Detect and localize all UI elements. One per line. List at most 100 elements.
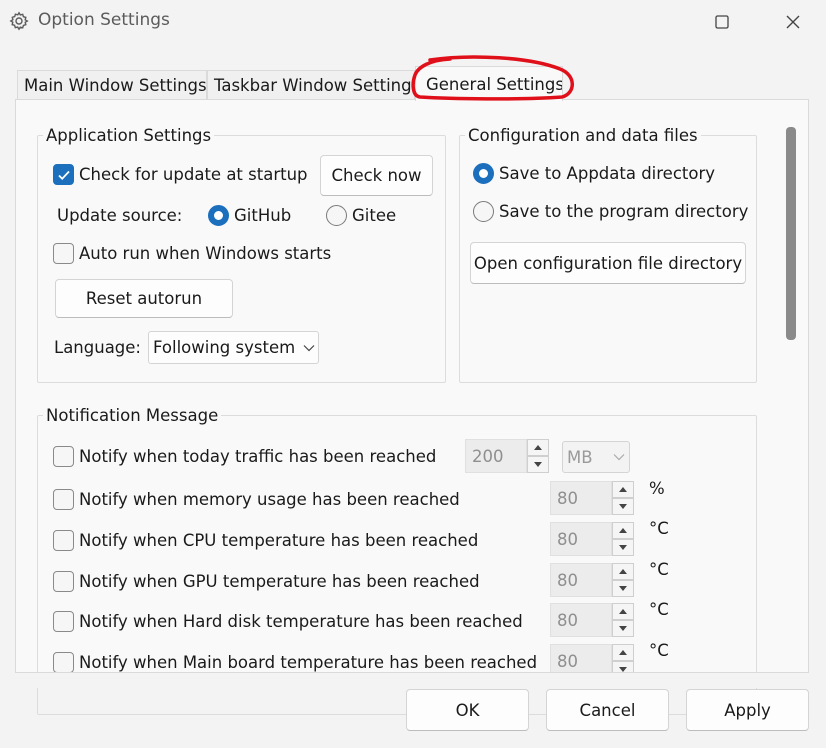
tab-main-window-settings[interactable]: Main Window Settings — [17, 70, 207, 100]
language-select[interactable]: Following system — [148, 331, 319, 364]
memory-value: 80 — [557, 488, 578, 508]
memory-unit: % — [649, 479, 665, 498]
panel-bottom-border — [15, 672, 809, 673]
cpu-value: 80 — [557, 529, 578, 549]
ok-button[interactable]: OK — [406, 689, 529, 731]
spin-up-button[interactable] — [612, 563, 634, 580]
chevron-down-icon — [303, 344, 315, 351]
check-update-label: Check for update at startup — [79, 165, 308, 184]
tab-general-settings[interactable]: General Settings — [415, 66, 563, 101]
notify-traffic-label: Notify when today traffic has been reach… — [79, 447, 437, 466]
save-appdata-label: Save to Appdata directory — [499, 164, 716, 183]
window-title: Option Settings — [38, 10, 170, 30]
tab-label: Taskbar Window Settings — [214, 76, 415, 95]
hdd-value: 80 — [557, 610, 578, 630]
autorun-label: Auto run when Windows starts — [79, 244, 332, 263]
check-update-checkbox[interactable] — [53, 164, 74, 185]
save-program-label: Save to the program directory — [499, 202, 749, 221]
close-button[interactable] — [779, 8, 807, 36]
triangle-up-icon — [619, 650, 627, 655]
update-source-label: Update source: — [57, 206, 183, 225]
spin-down-button[interactable] — [612, 498, 634, 515]
gitee-radio[interactable] — [326, 205, 347, 226]
open-config-directory-button[interactable]: Open configuration file directory — [470, 242, 746, 284]
close-icon — [786, 15, 800, 29]
configuration-files-title: Configuration and data files — [465, 126, 701, 145]
spin-down-button[interactable] — [527, 456, 549, 473]
gitee-label: Gitee — [352, 206, 397, 225]
tab-label: Main Window Settings — [24, 76, 207, 95]
check-now-button[interactable]: Check now — [320, 155, 433, 196]
spin-up-button[interactable] — [612, 481, 634, 498]
apply-button[interactable]: Apply — [686, 689, 809, 731]
spin-down-button[interactable] — [612, 539, 634, 556]
cpu-stepper[interactable] — [612, 522, 634, 556]
maximize-icon — [715, 15, 729, 29]
mainboard-value-input[interactable]: 80 — [550, 644, 612, 672]
spin-up-button[interactable] — [527, 439, 549, 456]
tab-taskbar-window-settings[interactable]: Taskbar Window Settings — [207, 70, 415, 100]
notify-hdd-label: Notify when Hard disk temperature has be… — [79, 612, 523, 631]
triangle-up-icon — [619, 487, 627, 492]
triangle-down-icon — [619, 545, 627, 550]
spin-down-button[interactable] — [612, 661, 634, 672]
triangle-up-icon — [619, 569, 627, 574]
cancel-button[interactable]: Cancel — [546, 689, 669, 731]
notify-cpu-label: Notify when CPU temperature has been rea… — [79, 531, 479, 550]
mainboard-stepper[interactable] — [612, 644, 634, 672]
notify-row-clip: Notify when Main board temperature has b… — [16, 640, 786, 672]
triangle-up-icon — [619, 528, 627, 533]
save-program-radio[interactable] — [473, 201, 494, 222]
reset-autorun-button[interactable]: Reset autorun — [55, 279, 233, 318]
github-radio[interactable] — [208, 205, 229, 226]
spin-up-button[interactable] — [612, 644, 634, 661]
traffic-unit: MB — [567, 447, 593, 467]
notify-gpu-checkbox[interactable] — [53, 571, 74, 592]
panel-bottom-cover — [16, 672, 809, 688]
gpu-stepper[interactable] — [612, 563, 634, 597]
hdd-unit: °C — [649, 600, 669, 619]
triangle-down-icon — [534, 462, 542, 467]
notify-cpu-checkbox[interactable] — [53, 530, 74, 551]
vertical-scrollbar-thumb[interactable] — [786, 127, 796, 340]
tab-label: General Settings — [426, 74, 563, 94]
spin-down-button[interactable] — [612, 620, 634, 637]
spin-up-button[interactable] — [612, 522, 634, 539]
traffic-value-input[interactable]: 200 — [465, 439, 527, 473]
cpu-unit: °C — [649, 519, 669, 538]
autorun-checkbox[interactable] — [53, 243, 74, 264]
hdd-value-input[interactable]: 80 — [550, 603, 612, 637]
triangle-down-icon — [619, 586, 627, 591]
spin-down-button[interactable] — [612, 580, 634, 597]
mainboard-unit: °C — [649, 641, 669, 660]
triangle-up-icon — [619, 609, 627, 614]
notify-traffic-checkbox[interactable] — [53, 446, 74, 467]
spin-up-button[interactable] — [612, 603, 634, 620]
save-appdata-radio[interactable] — [473, 163, 494, 184]
gear-icon — [9, 11, 29, 31]
language-value: Following system — [153, 338, 296, 357]
traffic-unit-select[interactable]: MB — [562, 441, 630, 473]
notify-memory-label: Notify when memory usage has been reache… — [79, 490, 460, 509]
cpu-value-input[interactable]: 80 — [550, 522, 612, 556]
traffic-stepper[interactable] — [527, 439, 549, 473]
memory-stepper[interactable] — [612, 481, 634, 515]
hdd-stepper[interactable] — [612, 603, 634, 637]
notify-mainboard-label: Notify when Main board temperature has b… — [79, 653, 538, 672]
triangle-up-icon — [534, 445, 542, 450]
github-label: GitHub — [234, 206, 292, 225]
notify-hdd-checkbox[interactable] — [53, 611, 74, 632]
mainboard-value: 80 — [557, 651, 578, 671]
notify-mainboard-checkbox[interactable] — [53, 652, 74, 672]
language-label: Language: — [54, 338, 141, 357]
notify-memory-checkbox[interactable] — [53, 489, 74, 510]
memory-value-input[interactable]: 80 — [550, 481, 612, 515]
gpu-unit: °C — [649, 560, 669, 579]
checkmark-icon — [57, 170, 70, 180]
title-bar: Option Settings — [0, 0, 826, 44]
triangle-down-icon — [619, 626, 627, 631]
maximize-button[interactable] — [708, 8, 736, 36]
gpu-value: 80 — [557, 570, 578, 590]
gpu-value-input[interactable]: 80 — [550, 563, 612, 597]
chevron-down-icon — [613, 454, 624, 461]
